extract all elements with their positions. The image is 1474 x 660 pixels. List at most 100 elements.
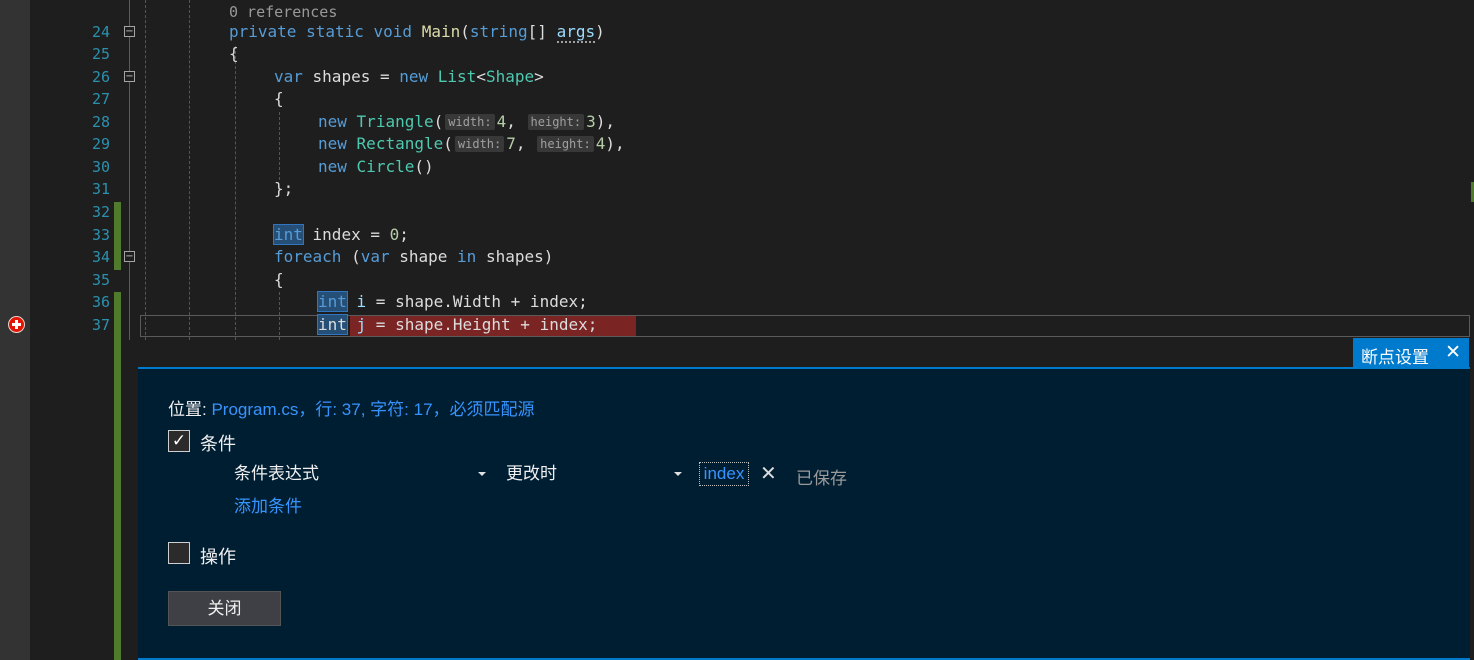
- keyword-highlighted: int: [317, 291, 348, 312]
- punctuation: ,: [506, 112, 526, 131]
- inlay-hint: width:: [445, 114, 495, 130]
- location-link[interactable]: Program.cs，行: 37, 字符: 17，必须匹配源: [211, 400, 534, 419]
- condition-when-dropdown[interactable]: 更改时: [506, 462, 682, 486]
- type-name: Circle: [356, 157, 415, 176]
- punctuation: ),: [595, 112, 615, 131]
- condition-type-dropdown[interactable]: 条件表达式: [234, 462, 486, 486]
- keyword-highlighted: int: [317, 314, 348, 335]
- punctuation: (: [460, 22, 470, 41]
- identifier: = shape.Width + index;: [366, 292, 588, 311]
- code-text: {: [274, 270, 284, 289]
- condition-expression-input[interactable]: index: [699, 462, 749, 486]
- conditions-checkbox[interactable]: ✓: [168, 430, 190, 452]
- codelens-references[interactable]: 0 references: [229, 1, 337, 23]
- local-variable: j: [346, 315, 367, 334]
- punctuation: >: [534, 67, 544, 86]
- close-button[interactable]: 关闭: [168, 591, 281, 626]
- line-number: 32: [91, 203, 110, 221]
- punctuation: (: [433, 112, 444, 131]
- punctuation: <: [476, 67, 486, 86]
- code-line-26[interactable]: 26 − var shapes = new List<Shape>: [0, 66, 1474, 88]
- number-literal: 4: [595, 134, 606, 153]
- identifier: shape: [389, 247, 458, 266]
- fold-minus-icon[interactable]: −: [124, 26, 135, 37]
- conditions-label: 条件: [200, 434, 236, 454]
- code-text: new Circle(): [318, 156, 434, 178]
- line-number: 31: [91, 180, 110, 198]
- code-line-25[interactable]: 25 {: [0, 43, 1474, 65]
- line-number: 36: [91, 293, 110, 311]
- breakpoint-location: 位置: Program.cs，行: 37, 字符: 17，必须匹配源: [168, 395, 535, 420]
- remove-condition-icon[interactable]: ✕: [760, 461, 777, 486]
- identifier: shapes =: [302, 67, 400, 86]
- code-line-36[interactable]: 36 int i = shape.Width + index;: [0, 291, 1474, 313]
- close-icon[interactable]: ✕: [1445, 341, 1461, 364]
- punctuation: ),: [605, 134, 625, 153]
- type-name: Shape: [485, 67, 535, 86]
- line-number: 24: [91, 23, 110, 41]
- keyword: new: [399, 67, 429, 86]
- code-line-33[interactable]: 33 int index = 0;: [0, 224, 1474, 246]
- location-label: 位置:: [168, 400, 212, 419]
- code-line-28[interactable]: 28 new Triangle(width: 4, height: 3),: [0, 111, 1474, 133]
- inlay-hint: width:: [454, 136, 505, 152]
- keyword: void: [373, 22, 413, 41]
- local-variable: i: [346, 292, 367, 311]
- keyword: new: [318, 134, 347, 153]
- keyword: new: [318, 157, 347, 176]
- saved-status: 已保存: [796, 469, 847, 488]
- checkmark-icon: ✓: [171, 431, 187, 450]
- code-text: {: [229, 44, 239, 63]
- code-text: {: [274, 89, 284, 108]
- chevron-down-icon: [478, 472, 486, 476]
- add-condition-link[interactable]: 添加条件: [234, 492, 302, 517]
- keyword: var: [274, 67, 303, 86]
- line-number: 33: [91, 226, 110, 244]
- type-name: Rectangle: [356, 134, 444, 153]
- keyword: private: [229, 22, 297, 41]
- keyword: new: [318, 112, 347, 131]
- actions-checkbox[interactable]: [168, 542, 190, 564]
- identifier: shapes): [476, 247, 554, 266]
- punctuation: (: [443, 134, 453, 153]
- punctuation: ;: [399, 225, 409, 244]
- code-line-35[interactable]: 35 {: [0, 269, 1474, 291]
- code-text: new Rectangle(width: 7, height: 4),: [318, 133, 625, 155]
- line-number: 28: [91, 113, 110, 131]
- punctuation: ,: [515, 134, 536, 153]
- identifier: = shape.Height + index;: [366, 315, 598, 334]
- code-line-37[interactable]: 37 int j = shape.Height + index;: [0, 314, 1474, 336]
- inlay-hint: height:: [527, 114, 585, 130]
- chevron-down-icon: [674, 472, 682, 476]
- inlay-hint: height:: [537, 136, 594, 152]
- code-line-31[interactable]: 31 };: [0, 178, 1474, 200]
- code-line-29[interactable]: 29 new Rectangle(width: 7, height: 4),: [0, 133, 1474, 155]
- code-text: int index = 0;: [273, 224, 409, 246]
- code-line-27[interactable]: 27 {: [0, 88, 1474, 110]
- condition-when-value: 更改时: [506, 464, 557, 483]
- punctuation: (): [414, 157, 434, 176]
- method-name: Main: [421, 22, 461, 41]
- breakpoint-settings-tab[interactable]: 断点设置 ✕: [1353, 338, 1469, 368]
- code-text: int i = shape.Width + index;: [317, 291, 588, 313]
- keyword: in: [457, 247, 477, 266]
- code-line-24[interactable]: 24 − private static void Main(string[] a…: [0, 21, 1474, 43]
- codelens-line: 0 references: [0, 1, 1474, 23]
- line-number: 25: [91, 45, 110, 63]
- code-line-30[interactable]: 30 new Circle(): [0, 156, 1474, 178]
- number-literal: 7: [506, 134, 516, 153]
- code-text: private static void Main(string[] args): [229, 21, 605, 43]
- line-number: 30: [91, 158, 110, 176]
- fold-minus-icon[interactable]: −: [124, 71, 135, 82]
- line-number: 27: [91, 90, 110, 108]
- code-line-34[interactable]: 34 − foreach (var shape in shapes): [0, 246, 1474, 268]
- number-literal: 0: [389, 225, 400, 244]
- keyword: string: [469, 22, 528, 41]
- punctuation: []: [527, 22, 557, 41]
- line-number: 35: [91, 271, 110, 289]
- number-literal: 3: [586, 112, 596, 131]
- keyword: var: [360, 247, 390, 266]
- code-line-32[interactable]: 32: [0, 201, 1474, 223]
- punctuation: ): [595, 22, 605, 41]
- fold-minus-icon[interactable]: −: [124, 251, 135, 262]
